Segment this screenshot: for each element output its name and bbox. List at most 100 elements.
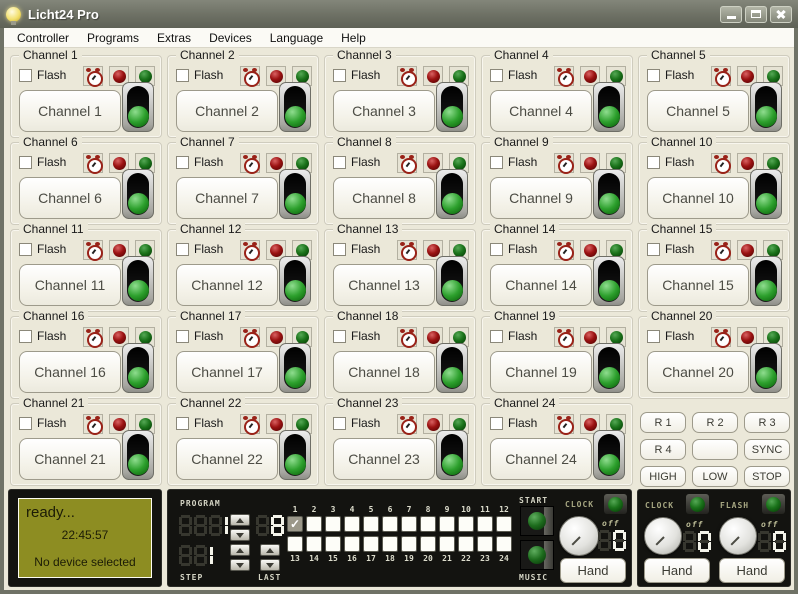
start-button[interactable] [520,506,554,536]
channel-switch[interactable] [436,343,468,393]
function-button[interactable]: R 2 [692,412,738,433]
function-button[interactable]: R 3 [744,412,790,433]
flash-checkbox[interactable] [19,69,32,82]
step-checkbox[interactable] [306,536,322,552]
step-spin-down[interactable] [230,559,250,571]
channel-switch[interactable] [122,256,154,306]
aux-flash-hand-button[interactable]: Hand [719,558,785,583]
flash-checkbox[interactable] [176,330,189,343]
step-checkbox[interactable] [401,516,417,532]
flash-checkbox[interactable] [333,156,346,169]
step-checkbox[interactable] [382,536,398,552]
channel-switch[interactable] [593,169,625,219]
aux-clock-hand-button[interactable]: Hand [644,558,710,583]
flash-checkbox[interactable] [333,69,346,82]
flash-checkbox[interactable] [490,243,503,256]
step-checkbox[interactable]: ✓ [287,516,303,532]
channel-switch[interactable] [122,343,154,393]
step-checkbox[interactable] [439,536,455,552]
program-spin-up[interactable] [230,514,250,526]
channel-button[interactable]: Channel 10 [647,177,749,219]
last-spin-up[interactable] [260,544,280,556]
step-checkbox[interactable] [401,536,417,552]
step-checkbox[interactable] [458,536,474,552]
menu-programs[interactable]: Programs [78,29,148,47]
close-button[interactable] [770,6,792,23]
last-spin-down[interactable] [260,559,280,571]
menu-devices[interactable]: Devices [200,29,261,47]
menu-controller[interactable]: Controller [8,29,78,47]
step-checkbox[interactable] [325,536,341,552]
flash-checkbox[interactable] [490,156,503,169]
channel-button[interactable]: Channel 4 [490,90,592,132]
channel-switch[interactable] [750,256,782,306]
channel-button[interactable]: Channel 19 [490,351,592,393]
channel-button[interactable]: Channel 17 [176,351,278,393]
step-checkbox[interactable] [458,516,474,532]
function-button[interactable]: HIGH [640,466,686,487]
step-checkbox[interactable] [496,516,512,532]
channel-switch[interactable] [750,343,782,393]
channel-button[interactable]: Channel 16 [19,351,121,393]
channel-button[interactable]: Channel 9 [490,177,592,219]
flash-checkbox[interactable] [176,69,189,82]
step-checkbox[interactable] [477,516,493,532]
flash-checkbox[interactable] [19,330,32,343]
channel-button[interactable]: Channel 6 [19,177,121,219]
step-checkbox[interactable] [420,516,436,532]
channel-switch[interactable] [436,82,468,132]
flash-checkbox[interactable] [176,417,189,430]
channel-switch[interactable] [122,430,154,480]
flash-checkbox[interactable] [490,330,503,343]
flash-checkbox[interactable] [19,243,32,256]
function-button[interactable]: SYNC [744,439,790,460]
function-button[interactable]: LOW [692,466,738,487]
channel-switch[interactable] [436,430,468,480]
step-checkbox[interactable] [439,516,455,532]
step-spin-up[interactable] [230,544,250,556]
channel-button[interactable]: Channel 20 [647,351,749,393]
function-button[interactable]: R 1 [640,412,686,433]
flash-checkbox[interactable] [19,156,32,169]
channel-button[interactable]: Channel 3 [333,90,435,132]
channel-switch[interactable] [750,82,782,132]
flash-checkbox[interactable] [176,156,189,169]
clock-hand-button[interactable]: Hand [560,558,626,583]
program-spin-down[interactable] [230,529,250,541]
function-button[interactable] [692,439,738,460]
step-checkbox[interactable] [363,536,379,552]
channel-button[interactable]: Channel 13 [333,264,435,306]
step-checkbox[interactable] [344,536,360,552]
channel-button[interactable]: Channel 14 [490,264,592,306]
channel-switch[interactable] [593,430,625,480]
step-checkbox[interactable] [382,516,398,532]
channel-switch[interactable] [436,169,468,219]
channel-switch[interactable] [593,256,625,306]
channel-switch[interactable] [750,169,782,219]
step-checkbox[interactable] [477,536,493,552]
flash-checkbox[interactable] [333,417,346,430]
music-button[interactable] [520,540,554,570]
channel-button[interactable]: Channel 23 [333,438,435,480]
channel-button[interactable]: Channel 12 [176,264,278,306]
flash-checkbox[interactable] [647,69,660,82]
menu-language[interactable]: Language [261,29,332,47]
flash-checkbox[interactable] [176,243,189,256]
channel-switch[interactable] [593,82,625,132]
channel-switch[interactable] [279,343,311,393]
flash-checkbox[interactable] [490,69,503,82]
flash-checkbox[interactable] [647,243,660,256]
step-checkbox[interactable] [363,516,379,532]
flash-checkbox[interactable] [333,330,346,343]
channel-switch[interactable] [279,256,311,306]
channel-button[interactable]: Channel 7 [176,177,278,219]
channel-button[interactable]: Channel 18 [333,351,435,393]
minimize-button[interactable] [720,6,742,23]
channel-switch[interactable] [122,82,154,132]
menu-help[interactable]: Help [332,29,375,47]
step-checkbox[interactable] [287,536,303,552]
flash-checkbox[interactable] [333,243,346,256]
channel-switch[interactable] [122,169,154,219]
flash-checkbox[interactable] [647,330,660,343]
channel-button[interactable]: Channel 22 [176,438,278,480]
